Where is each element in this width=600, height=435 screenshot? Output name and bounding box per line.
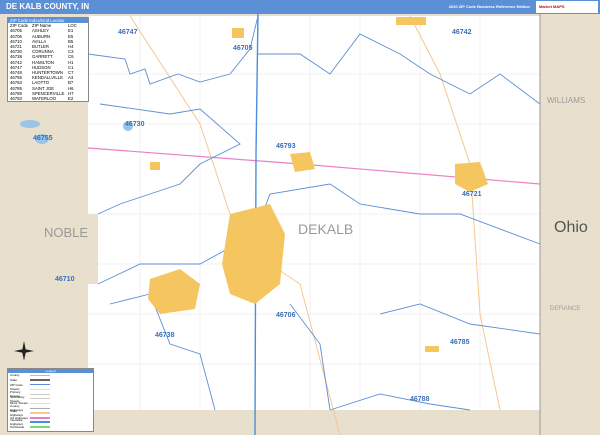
zip-index-row: 46793 WATERLOO E2	[8, 96, 88, 101]
legend-swatch	[30, 421, 50, 424]
legend-row: Toll Roads	[8, 425, 93, 430]
legend-label: State	[10, 378, 18, 383]
zip-label: 46738	[155, 332, 175, 339]
legend-swatch	[30, 388, 50, 390]
zip-index-cell: 46793	[10, 96, 22, 102]
legend-label: ZIP Code	[10, 382, 23, 387]
legend-swatch	[30, 379, 50, 382]
zip-index-cell: E2	[68, 96, 74, 102]
title-bar: DE KALB COUNTY, IN 2020 ZIP Code Busines…	[0, 0, 600, 14]
zip-label: 46747	[118, 29, 138, 36]
legend-swatch	[30, 384, 50, 386]
legend-swatch	[30, 398, 50, 400]
city-saint-joe	[425, 346, 439, 352]
zip-label: 46706	[276, 312, 296, 319]
legend-swatch	[30, 411, 50, 414]
legend-swatch	[30, 402, 50, 404]
legend-swatch	[30, 425, 50, 428]
zip-label: 46785	[450, 339, 470, 346]
zip-index-cell: WATERLOO	[32, 96, 57, 102]
zip-label: 46730	[125, 121, 145, 128]
city-corunna	[150, 162, 160, 170]
legend-swatch	[30, 416, 50, 419]
legend-label: County	[10, 373, 20, 378]
noble-county-label: NOBLE	[44, 225, 88, 240]
city-hamilton	[396, 17, 426, 25]
zip-label: 46755	[33, 135, 53, 142]
county-area	[88, 16, 540, 410]
zip-label: 46793	[276, 143, 296, 150]
state-label-ohio: Ohio	[554, 219, 588, 236]
legend-swatch	[30, 393, 50, 395]
legend-swatch	[30, 407, 50, 409]
map-legend: Legend County State ZIP Code Streets Primary…	[7, 368, 94, 432]
zip-label: 46788	[410, 396, 430, 403]
legend-label: Toll Roads	[10, 424, 25, 429]
zip-label: 46742	[452, 29, 472, 36]
williams-county-label: WILLIAMS	[547, 96, 585, 105]
city-ashley	[232, 28, 244, 38]
zip-label: 46705	[233, 45, 253, 52]
legend-swatch	[30, 374, 50, 376]
county-label: DEKALB	[298, 221, 353, 237]
defiance-county-label: DEFIANCE	[550, 306, 580, 312]
map-title: DE KALB COUNTY, IN	[6, 2, 90, 11]
zip-index-table: ZIP Code Index/Grid Locator ZIP Code ZIP …	[7, 17, 89, 103]
map-subtitle: 2020 ZIP Code Business Reference Edition	[448, 4, 530, 9]
zip-label: 46710	[55, 276, 75, 283]
zip-label: 46721	[462, 191, 482, 198]
brand-logo: Market MAPS	[536, 1, 598, 13]
